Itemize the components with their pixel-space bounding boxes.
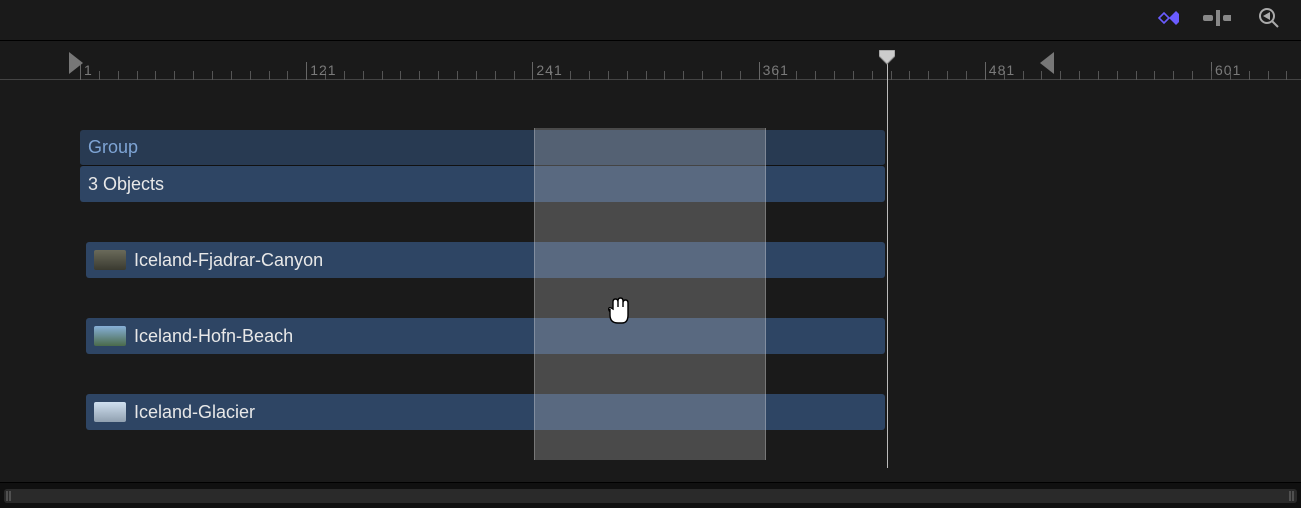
ruler-tick — [589, 71, 590, 80]
ruler-tick — [796, 71, 797, 80]
clip-label: Iceland-Fjadrar-Canyon — [134, 250, 323, 271]
keyframe-toggle-icon[interactable] — [1151, 4, 1179, 32]
scrollbar-track[interactable] — [4, 489, 1297, 503]
ruler-tick — [99, 71, 100, 80]
ruler-tick — [627, 71, 628, 80]
ruler-tick — [1173, 71, 1174, 80]
ruler-tick — [250, 71, 251, 80]
ruler-baseline — [0, 79, 1301, 80]
ruler-tick — [118, 71, 119, 80]
clip-thumbnail-icon — [94, 402, 126, 422]
timeline-toolbar — [1151, 0, 1301, 36]
clip-label: Iceland-Hofn-Beach — [134, 326, 293, 347]
ruler-tick — [419, 71, 420, 80]
ruler-tick — [155, 71, 156, 80]
ruler-label: 1 — [84, 62, 93, 78]
ruler-tick — [928, 71, 929, 80]
ruler-tick — [1079, 71, 1080, 80]
ruler-label: 241 — [536, 62, 562, 78]
ruler-tick — [137, 71, 138, 80]
playhead[interactable] — [887, 50, 888, 468]
ruler-tick — [966, 71, 967, 80]
ruler-tick — [212, 71, 213, 80]
ruler-tick — [608, 71, 609, 80]
ruler-label: 361 — [763, 62, 789, 78]
ruler-major-tick — [306, 62, 307, 80]
ruler-tick — [495, 71, 496, 80]
ruler-tick — [1023, 71, 1024, 80]
clip-thumbnail-icon — [94, 250, 126, 270]
marquee-selection[interactable] — [534, 128, 766, 460]
horizontal-scrollbar[interactable] — [0, 482, 1301, 508]
ruler-tick — [853, 71, 854, 80]
ruler-tick — [382, 71, 383, 80]
ruler-tick — [400, 71, 401, 80]
clip-label: Iceland-Glacier — [134, 402, 255, 423]
ruler-tick — [1098, 71, 1099, 80]
ruler-tick — [909, 71, 910, 80]
ruler-tick — [231, 71, 232, 80]
ruler-tick — [683, 71, 684, 80]
ruler-tick — [1230, 71, 1231, 80]
snapping-icon[interactable] — [1203, 4, 1231, 32]
toolbar-divider — [0, 40, 1301, 41]
ruler-tick — [344, 71, 345, 80]
playhead-head-icon[interactable] — [879, 50, 895, 71]
ruler-tick — [457, 71, 458, 80]
scrollbar-left-grip-icon[interactable] — [6, 489, 12, 503]
group-label: Group — [88, 137, 138, 158]
timeline-ruler[interactable]: 1 121 241 361 481 601 — [0, 50, 1301, 80]
ruler-tick — [1136, 71, 1137, 80]
ruler-tick — [174, 71, 175, 80]
ruler-tick — [1211, 71, 1212, 80]
ruler-label: 481 — [989, 62, 1015, 78]
ruler-label: 601 — [1215, 62, 1241, 78]
ruler-tick — [1117, 71, 1118, 80]
ruler-tick — [269, 71, 270, 80]
ruler-label: 121 — [310, 62, 336, 78]
ruler-tick — [1249, 71, 1250, 80]
ruler-tick — [1268, 71, 1269, 80]
ruler-tick — [664, 71, 665, 80]
ruler-tick — [514, 71, 515, 80]
clip-thumbnail-icon — [94, 326, 126, 346]
ruler-tick — [1192, 71, 1193, 80]
ruler-tick — [646, 71, 647, 80]
out-point-marker[interactable] — [1038, 52, 1054, 79]
ruler-tick — [947, 71, 948, 80]
ruler-major-tick — [759, 62, 760, 80]
group-object-count: 3 Objects — [88, 174, 164, 195]
ruler-tick — [438, 71, 439, 80]
in-point-marker[interactable] — [69, 52, 85, 79]
ruler-tick — [476, 71, 477, 80]
ruler-major-tick — [985, 62, 986, 80]
ruler-tick — [702, 71, 703, 80]
ruler-tick — [834, 71, 835, 80]
ruler-tick — [1060, 71, 1061, 80]
ruler-tick — [570, 71, 571, 80]
grab-cursor-icon — [604, 295, 632, 325]
ruler-tick — [891, 71, 892, 80]
ruler-tick — [815, 71, 816, 80]
ruler-major-tick — [532, 62, 533, 80]
ruler-tick — [872, 71, 873, 80]
ruler-tick — [1154, 71, 1155, 80]
ruler-tick — [1286, 71, 1287, 80]
ruler-tick — [363, 71, 364, 80]
ruler-tick — [740, 71, 741, 80]
ruler-tick — [721, 71, 722, 80]
ruler-tick — [193, 71, 194, 80]
scrollbar-right-grip-icon[interactable] — [1289, 489, 1295, 503]
ruler-tick — [287, 71, 288, 80]
search-icon[interactable] — [1255, 4, 1283, 32]
